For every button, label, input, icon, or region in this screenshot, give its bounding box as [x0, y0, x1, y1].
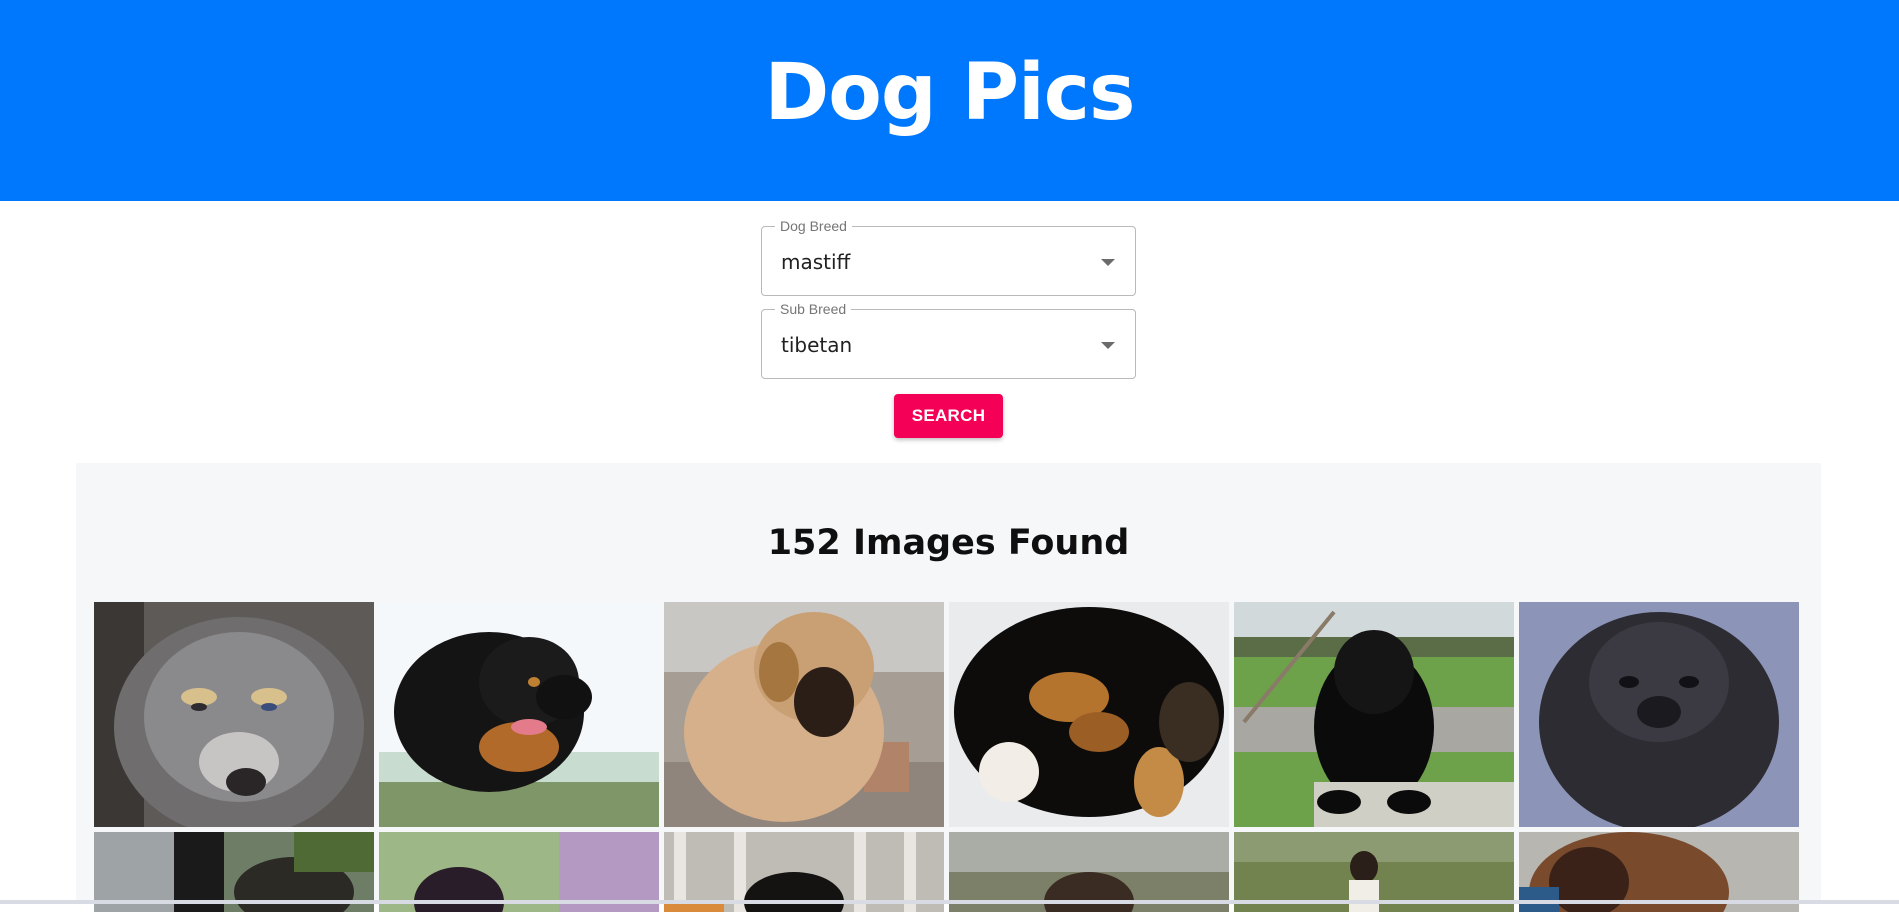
sub-breed-select[interactable]: Sub Breed tibetan	[761, 301, 1136, 379]
dog-breed-value: mastiff	[781, 250, 851, 274]
results-count-heading: 152 Images Found	[767, 523, 1130, 563]
dog-image[interactable]	[664, 602, 944, 827]
sub-breed-value: tibetan	[781, 333, 853, 357]
image-grid	[94, 602, 1804, 912]
chevron-down-icon[interactable]	[1101, 342, 1115, 349]
search-button[interactable]: SEARCH	[894, 394, 1003, 438]
window-bottom-edge	[0, 900, 1899, 904]
results-panel: 152 Images Found	[76, 463, 1821, 912]
dog-image[interactable]	[1519, 602, 1799, 827]
dog-breed-select[interactable]: Dog Breed mastiff	[761, 218, 1136, 296]
page-title: Dog Pics	[764, 47, 1136, 138]
dog-image[interactable]	[94, 602, 374, 827]
dog-image[interactable]	[1234, 602, 1514, 827]
dog-image[interactable]	[379, 602, 659, 827]
app-header: Dog Pics	[0, 0, 1899, 201]
dog-breed-label: Dog Breed	[775, 218, 852, 234]
sub-breed-label: Sub Breed	[775, 301, 852, 317]
dog-image[interactable]	[949, 602, 1229, 827]
chevron-down-icon[interactable]	[1101, 259, 1115, 266]
